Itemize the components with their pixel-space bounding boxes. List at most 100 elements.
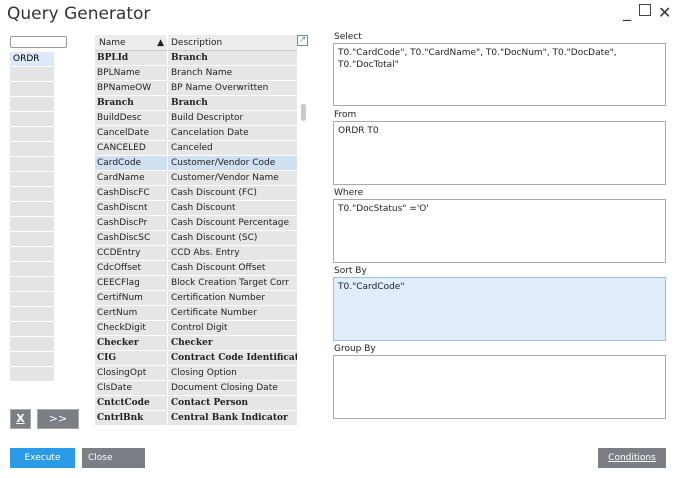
table-list-item[interactable]: [10, 202, 54, 217]
select-field[interactable]: T0."CardCode", T0."CardName", T0."DocNum…: [333, 43, 666, 106]
add-table-button[interactable]: >>: [37, 409, 79, 429]
field-row[interactable]: CashDiscPr Cash Discount Percentage: [95, 216, 297, 231]
window-title: Query Generator: [7, 4, 151, 24]
field-row[interactable]: CertNum Certificate Number: [95, 306, 297, 321]
table-list-item[interactable]: [10, 97, 54, 112]
field-row[interactable]: CdcOffset Cash Discount Offset: [95, 261, 297, 276]
field-row[interactable]: CancelDate Cancelation Date: [95, 126, 297, 141]
field-row[interactable]: CheckDigit Control Digit: [95, 321, 297, 336]
field-description: Control Digit: [171, 323, 228, 333]
table-list-item[interactable]: [10, 187, 54, 202]
field-row[interactable]: Checker Checker: [95, 336, 297, 351]
select-label: Select: [334, 32, 362, 42]
field-row[interactable]: ClsDate Document Closing Date: [95, 381, 297, 396]
field-list: Name ▲ Description BPLId Branch BPLName Bra…: [95, 35, 297, 426]
column-header-description[interactable]: Description: [168, 35, 297, 50]
table-list-item[interactable]: [10, 127, 54, 142]
table-list: ORDR: [10, 52, 54, 382]
minimize-button[interactable]: _: [623, 2, 631, 21]
scrollbar-thumb[interactable]: [301, 104, 306, 121]
field-row[interactable]: ClosingOpt Closing Option: [95, 366, 297, 381]
from-field[interactable]: ORDR T0: [333, 121, 666, 185]
field-description: Customer/Vendor Code: [171, 158, 276, 168]
field-name: CashDiscFC: [95, 186, 168, 200]
field-list-header: Name ▲ Description: [95, 35, 297, 51]
field-name: CIG: [95, 351, 168, 365]
field-description: Branch: [171, 98, 208, 108]
field-row[interactable]: CANCELED Canceled: [95, 141, 297, 156]
field-name: CCDEntry: [95, 246, 168, 260]
maximize-button[interactable]: [639, 4, 651, 16]
field-rows: BPLId Branch BPLName Branch Name BPNameOW BP …: [95, 51, 297, 426]
field-description: Certification Number: [171, 293, 265, 303]
groupby-field[interactable]: [333, 355, 666, 419]
field-description: BP Name Overwritten: [171, 83, 269, 93]
table-list-item[interactable]: [10, 322, 54, 337]
sortby-label: Sort By: [334, 266, 367, 276]
field-row[interactable]: CCDEntry CCD Abs. Entry: [95, 246, 297, 261]
expand-icon[interactable]: ↗: [297, 35, 308, 46]
table-list-item[interactable]: [10, 112, 54, 127]
field-description: Customer/Vendor Name: [171, 173, 279, 183]
field-row[interactable]: CashDiscFC Cash Discount (FC): [95, 186, 297, 201]
table-list-item[interactable]: [10, 232, 54, 247]
table-list-item[interactable]: [10, 67, 54, 82]
table-list-item[interactable]: [10, 337, 54, 352]
field-description: CCD Abs. Entry: [171, 248, 240, 258]
field-name: CEECFlag: [95, 276, 168, 290]
field-description: Branch Name: [171, 68, 233, 78]
groupby-label: Group By: [334, 344, 376, 354]
field-row[interactable]: BPLId Branch: [95, 51, 297, 66]
table-list-item[interactable]: [10, 172, 54, 187]
field-row[interactable]: CashDiscnt Cash Discount: [95, 201, 297, 216]
table-list-item[interactable]: [10, 292, 54, 307]
field-name: CashDiscSC: [95, 231, 168, 245]
field-row[interactable]: BPLName Branch Name: [95, 66, 297, 81]
close-window-button[interactable]: ✕: [658, 3, 671, 22]
field-description: Build Descriptor: [171, 113, 244, 123]
field-name: Branch: [95, 96, 168, 110]
column-header-name[interactable]: Name ▲: [95, 35, 168, 50]
table-list-item[interactable]: [10, 142, 54, 157]
field-row[interactable]: BuildDesc Build Descriptor: [95, 111, 297, 126]
close-button[interactable]: Close: [82, 448, 145, 468]
conditions-button[interactable]: Conditions: [598, 448, 666, 468]
field-row[interactable]: CntrlBnk Central Bank Indicator: [95, 411, 297, 426]
field-description: Canceled: [171, 143, 213, 153]
table-search-input[interactable]: [10, 36, 67, 48]
conditions-label: Conditions: [608, 453, 656, 463]
field-row[interactable]: CIG Contract Code Identificat: [95, 351, 297, 366]
field-row[interactable]: CertifNum Certification Number: [95, 291, 297, 306]
table-list-item[interactable]: [10, 367, 54, 382]
field-description: Cash Discount (SC): [171, 233, 258, 243]
table-list-item[interactable]: [10, 157, 54, 172]
field-name: BuildDesc: [95, 111, 168, 125]
field-description: Cash Discount Offset: [171, 263, 266, 273]
table-list-item[interactable]: [10, 262, 54, 277]
field-row[interactable]: CntctCode Contact Person: [95, 396, 297, 411]
remove-table-button[interactable]: X: [10, 409, 31, 429]
field-row[interactable]: BPNameOW BP Name Overwritten: [95, 81, 297, 96]
field-row[interactable]: CEECFlag Block Creation Target Corr: [95, 276, 297, 291]
field-description: Cancelation Date: [171, 128, 249, 138]
field-description: Contact Person: [171, 398, 249, 408]
field-row[interactable]: Branch Branch: [95, 96, 297, 111]
field-row[interactable]: CashDiscSC Cash Discount (SC): [95, 231, 297, 246]
field-name: CdcOffset: [95, 261, 168, 275]
field-name: BPLName: [95, 66, 168, 80]
table-list-item[interactable]: [10, 277, 54, 292]
table-list-item[interactable]: [10, 82, 54, 97]
where-field[interactable]: T0."DocStatus" ='O': [333, 199, 666, 263]
table-list-item[interactable]: [10, 217, 54, 232]
field-name: CntctCode: [95, 396, 168, 410]
field-row[interactable]: CardName Customer/Vendor Name: [95, 171, 297, 186]
field-row[interactable]: CardCode Customer/Vendor Code: [95, 156, 297, 171]
execute-button[interactable]: Execute: [10, 448, 75, 468]
field-name: CancelDate: [95, 126, 168, 140]
table-list-item[interactable]: [10, 247, 54, 262]
table-list-item[interactable]: [10, 352, 54, 367]
sortby-field[interactable]: T0."CardCode": [333, 277, 666, 341]
table-list-item[interactable]: ORDR: [10, 52, 54, 67]
field-description: Cash Discount: [171, 203, 236, 213]
table-list-item[interactable]: [10, 307, 54, 322]
